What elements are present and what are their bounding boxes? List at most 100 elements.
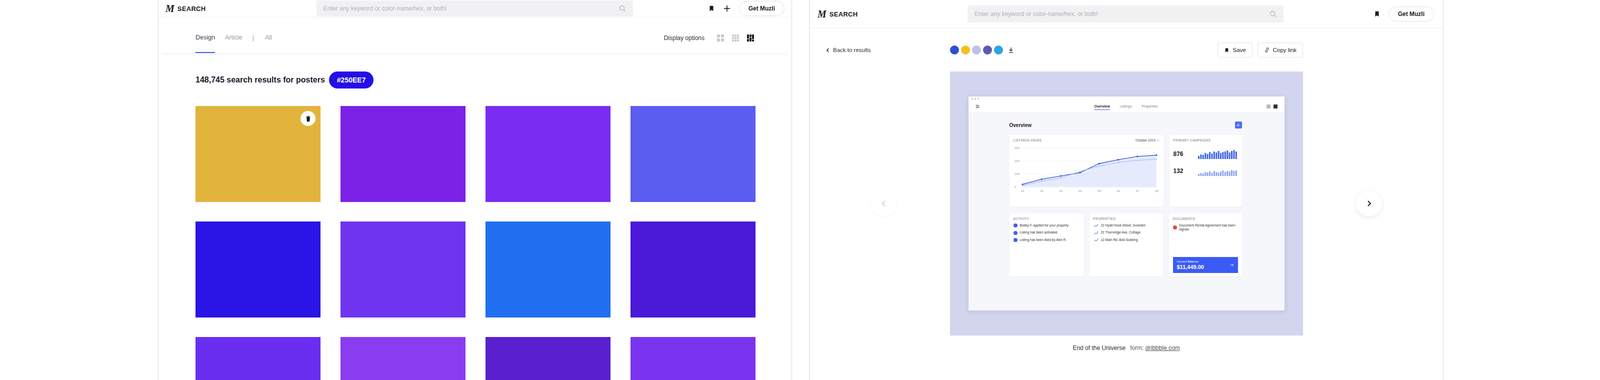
logo[interactable]: M SEARCH (165, 3, 317, 14)
search-placeholder: Enter any keyword or color-name/hex, or … (323, 5, 447, 12)
source-link[interactable]: dribbble.com (1145, 344, 1180, 352)
color-swatch[interactable] (961, 45, 970, 55)
data-point[interactable] (1040, 178, 1042, 180)
search-icon[interactable] (619, 5, 626, 12)
previous-button[interactable] (871, 190, 897, 217)
result-card[interactable] (485, 106, 611, 202)
y-tick: 100 (1014, 172, 1020, 176)
property-item[interactable]: 22 Hyatt Hook Street, Dunellen (1093, 223, 1159, 228)
data-point[interactable] (1060, 177, 1061, 179)
data-point[interactable] (1136, 160, 1138, 161)
result-card[interactable] (195, 337, 321, 380)
tab[interactable]: Design (195, 17, 215, 53)
result-card[interactable] (630, 221, 756, 318)
delete-button[interactable] (300, 111, 316, 126)
tab[interactable]: Article (225, 17, 243, 53)
result-card[interactable] (340, 221, 466, 318)
bookmark-icon[interactable] (1373, 10, 1381, 18)
data-point[interactable] (1098, 163, 1100, 165)
search-field[interactable]: Enter any keyword or color-name/hex, or … (316, 0, 633, 17)
dashboard-title: Overview (1009, 122, 1032, 128)
result-card[interactable] (485, 337, 611, 380)
activity-item[interactable]: Listing has been liked by Alex R. (1013, 238, 1080, 242)
copy-button[interactable]: Copy link (1257, 42, 1303, 58)
campaign-row: 132 (1173, 166, 1238, 176)
dashboard-tab[interactable]: Overview (1094, 103, 1110, 110)
data-point[interactable] (1041, 180, 1042, 182)
data-point[interactable] (1155, 154, 1157, 156)
grid-small-view-icon[interactable] (731, 34, 740, 42)
grid-large-view-icon[interactable] (716, 34, 725, 42)
bar (1217, 172, 1219, 176)
get-muzli-button[interactable]: Get Muzli (1388, 6, 1434, 22)
result-card[interactable] (630, 337, 756, 380)
add-button[interactable] (1235, 121, 1242, 129)
period-select[interactable]: October 2019 (1135, 138, 1159, 142)
dashboard-row: ACTIVITY Bobby F. applied for your prope… (1009, 213, 1242, 277)
property-item[interactable]: 22 Thornridge Ave, Cottage (1093, 230, 1159, 235)
save-button[interactable]: Save (1217, 42, 1252, 58)
bar (1217, 151, 1219, 159)
color-chip[interactable]: #250EE7 (329, 71, 374, 89)
arrow-right-icon (1230, 263, 1234, 267)
trash-icon (305, 115, 312, 122)
bar (1211, 173, 1213, 176)
color-swatch[interactable] (983, 45, 992, 55)
property-item[interactable]: 12 Main Rd, Bed Subbing (1093, 238, 1159, 242)
data-point[interactable] (1079, 172, 1081, 174)
data-point[interactable] (1021, 183, 1023, 185)
document-item[interactable]: Document Rental Agreement has been signe… (1173, 223, 1238, 232)
data-point[interactable] (1098, 165, 1100, 167)
color-swatch[interactable] (972, 45, 981, 55)
bookmark-icon[interactable] (708, 5, 715, 12)
search-field[interactable]: Enter any keyword or color-name/hex, or … (967, 5, 1284, 23)
plus-icon (1236, 123, 1240, 127)
data-point[interactable] (1117, 159, 1119, 161)
data-point[interactable] (1079, 171, 1080, 172)
data-point[interactable] (1059, 175, 1061, 177)
trend-icon (1093, 238, 1099, 242)
dashboard-body: Overview LISTINGS VIEWS October 2019 300… (968, 113, 1285, 277)
color-swatch[interactable] (994, 45, 1003, 55)
logo[interactable]: M SEARCH (817, 9, 968, 19)
balance-box[interactable]: Current Balance $11,449.00 (1173, 257, 1238, 273)
tab[interactable]: All (265, 17, 272, 53)
data-point[interactable] (1155, 158, 1157, 160)
header-actions: Get Muzli (708, 1, 785, 16)
result-card[interactable] (485, 221, 611, 318)
activity-card: ACTIVITY Bobby F. applied for your prope… (1009, 213, 1084, 277)
next-button[interactable] (1356, 190, 1382, 217)
display-options: Display options (664, 17, 755, 53)
activity-text: Listing has been liked by Alex R. (1020, 238, 1067, 242)
result-card[interactable] (630, 106, 756, 202)
get-muzli-button[interactable]: Get Muzli (739, 1, 785, 16)
activity-item[interactable]: Listing has been activated (1013, 230, 1080, 235)
masonry-view-icon[interactable] (746, 34, 755, 42)
display-options-label[interactable]: Display options (664, 34, 705, 42)
dashboard-tab[interactable]: Properties (1141, 103, 1158, 110)
avatar-icon[interactable] (1273, 104, 1278, 109)
search-icon[interactable] (1269, 10, 1277, 18)
menu-icon[interactable] (975, 104, 980, 109)
mail-icon[interactable] (1266, 104, 1271, 109)
result-card[interactable] (340, 106, 466, 202)
bar (1215, 152, 1217, 159)
result-card[interactable] (340, 337, 466, 380)
data-point[interactable] (1117, 162, 1119, 163)
plus-icon[interactable] (723, 4, 731, 13)
bar (1211, 153, 1213, 159)
button-label: Save (1232, 47, 1246, 53)
data-point[interactable] (1021, 185, 1023, 186)
dashboard-tab[interactable]: Listings (1120, 103, 1132, 110)
result-card[interactable] (195, 106, 321, 202)
result-card[interactable] (195, 221, 321, 318)
activity-item[interactable]: Bobby F. applied for your property (1013, 223, 1080, 228)
x-tick: 02 (1040, 189, 1044, 193)
color-swatch[interactable] (950, 45, 959, 55)
download-icon[interactable] (1008, 47, 1014, 53)
dashboard-row: LISTINGS VIEWS October 2019 300200100001… (1009, 135, 1242, 207)
data-point[interactable] (1136, 155, 1138, 157)
property-text: 22 Hyatt Hook Street, Dunellen (1101, 223, 1146, 228)
bar (1213, 151, 1215, 159)
back-link[interactable]: Back to results (825, 47, 950, 53)
